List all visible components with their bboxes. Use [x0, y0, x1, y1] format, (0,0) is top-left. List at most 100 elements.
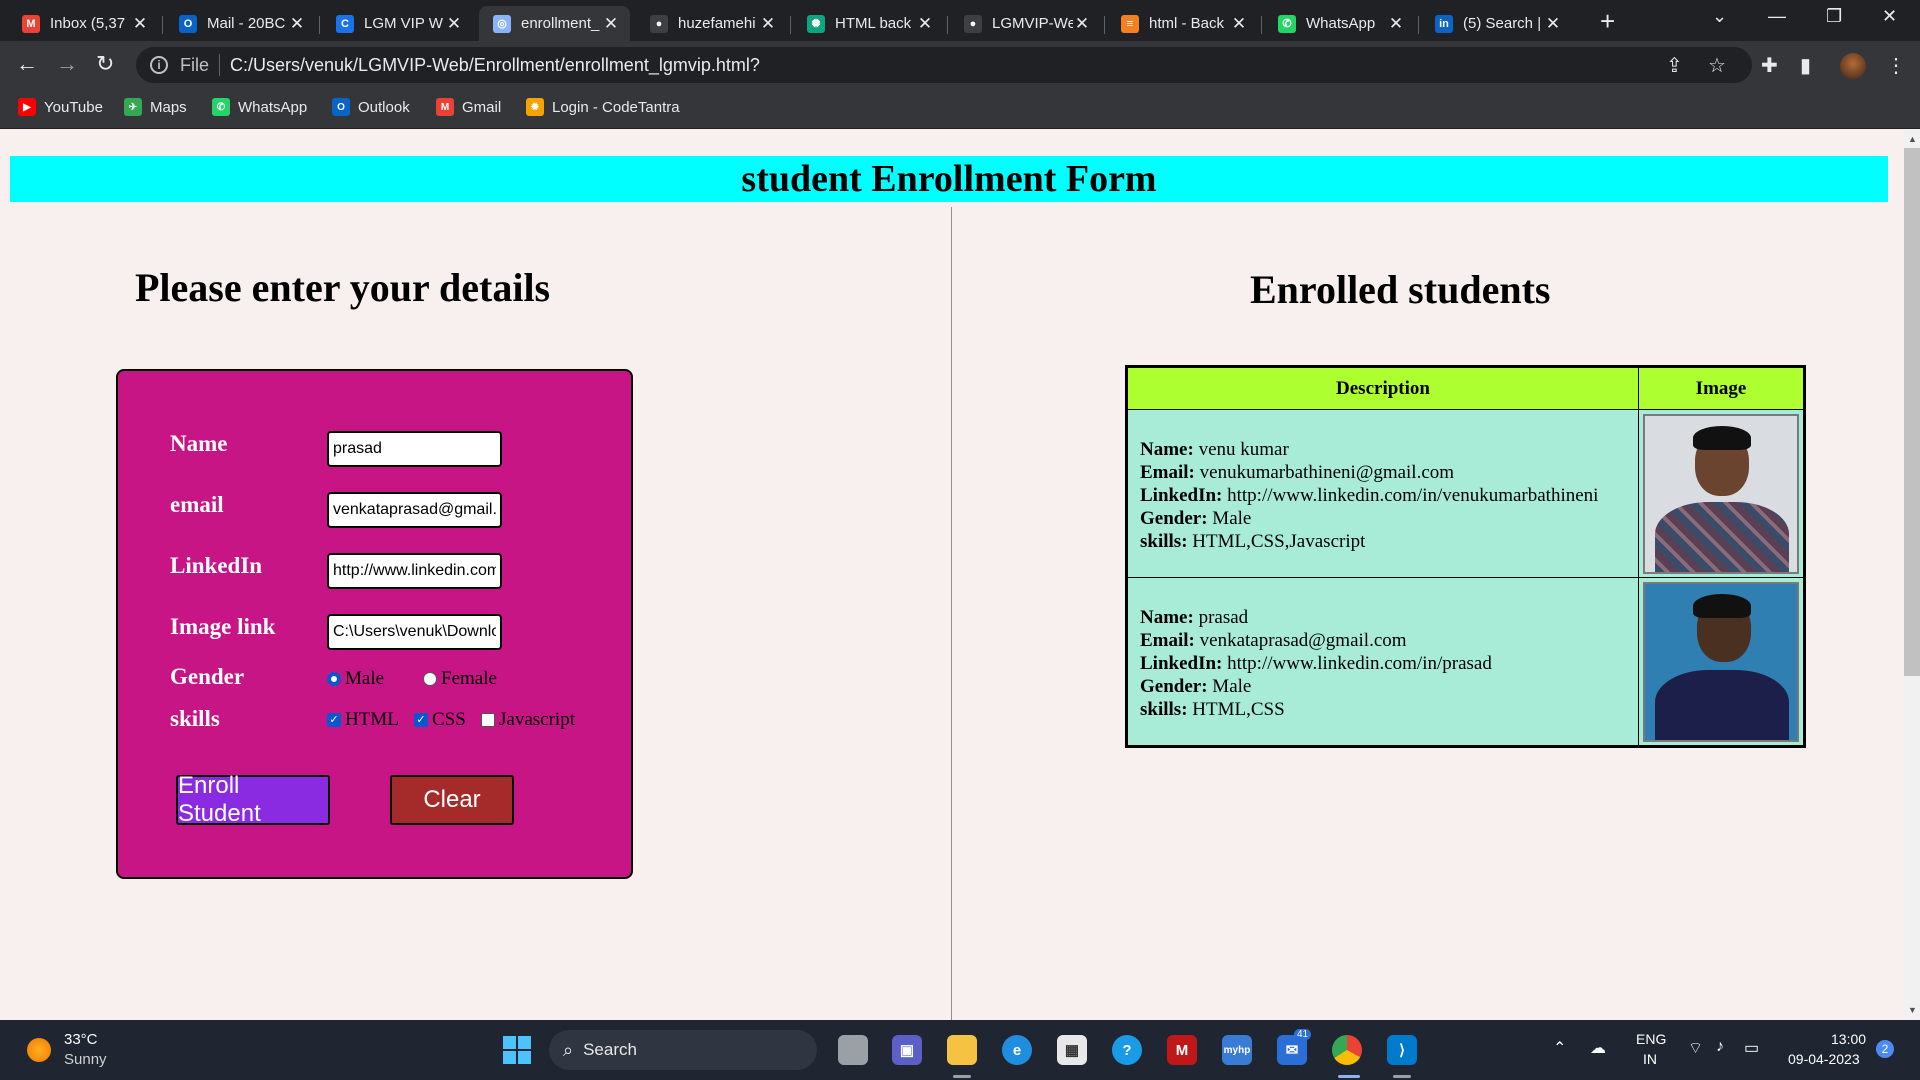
close-tab-icon[interactable]: ✕ — [288, 14, 306, 34]
close-tab-icon[interactable]: ✕ — [916, 14, 934, 34]
bookmark-label: Gmail — [462, 98, 502, 116]
bookmark-maps[interactable]: ✈ Maps — [124, 98, 187, 116]
weather-temperature[interactable]: 33°C — [64, 1031, 98, 1048]
forward-button[interactable]: → — [56, 51, 78, 77]
minimize-button[interactable]: — — [1768, 6, 1786, 27]
scroll-down-arrow[interactable]: ▼ — [1908, 1005, 1917, 1015]
file-explorer-icon[interactable] — [947, 1035, 977, 1065]
profile-avatar[interactable] — [1840, 53, 1866, 79]
skill-css-option[interactable]: ✓ CSS — [414, 709, 466, 731]
close-tab-icon[interactable]: ✕ — [1387, 14, 1405, 34]
back-button[interactable]: ← — [16, 51, 38, 77]
email-input[interactable] — [327, 492, 502, 528]
extensions-icon[interactable]: ✚ — [1761, 53, 1778, 78]
help-icon[interactable]: ? — [1112, 1035, 1142, 1065]
bookmark-label: Maps — [150, 98, 187, 116]
side-panel-icon[interactable]: ▮ — [1800, 53, 1811, 78]
close-window-button[interactable]: ✕ — [1882, 6, 1897, 27]
close-tab-icon[interactable]: ✕ — [445, 14, 463, 34]
notification-badge[interactable]: 2 — [1876, 1040, 1894, 1058]
skill-javascript-option[interactable]: Javascript — [481, 709, 575, 731]
name-input[interactable] — [327, 431, 502, 467]
tab-whatsapp[interactable]: ✆ WhatsApp ✕ — [1264, 6, 1415, 41]
student-email-line: Email: venukumarbathineni@gmail.com — [1140, 461, 1626, 484]
share-icon[interactable]: ⇪ — [1666, 53, 1683, 78]
site-info-icon[interactable]: i — [150, 56, 168, 74]
tray-chevron-icon[interactable]: ⌃ — [1553, 1038, 1566, 1058]
language-indicator[interactable]: ENG — [1636, 1031, 1666, 1047]
new-tab-button[interactable]: + — [1600, 8, 1615, 34]
address-bar[interactable]: i File C:/Users/venuk/LGMVIP-Web/Enrollm… — [136, 47, 1752, 83]
bookmark-whatsapp[interactable]: ✆ WhatsApp — [212, 98, 307, 116]
close-tab-icon[interactable]: ✕ — [1073, 14, 1091, 34]
onedrive-cloud-icon[interactable]: ☁ — [1590, 1038, 1606, 1058]
weather-condition[interactable]: Sunny — [64, 1051, 107, 1068]
bookmark-outlook[interactable]: O Outlook — [332, 98, 410, 116]
skill-html-checkbox[interactable]: ✓ — [327, 713, 341, 727]
tab-github[interactable]: ● huzefamehi ✕ — [636, 6, 787, 41]
bookmark-youtube[interactable]: ▶ YouTube — [18, 98, 103, 116]
search-icon: ⌕ — [563, 1039, 574, 1060]
tab-globe[interactable]: ◎ enrollment_ ✕ — [479, 6, 630, 41]
store-icon[interactable]: ▦ — [1057, 1035, 1087, 1065]
gender-male-radio[interactable] — [327, 672, 341, 686]
tab-lgm[interactable]: C LGM VIP W ✕ — [322, 6, 473, 41]
tab-title: (5) Search | — [1463, 15, 1542, 32]
tab-outlook[interactable]: O Mail - 20BC ✕ — [165, 6, 316, 41]
menu-kebab-icon[interactable]: ⋮ — [1886, 53, 1906, 78]
tab-stackoverflow[interactable]: ≡ html - Back ✕ — [1107, 6, 1258, 41]
clock-time[interactable]: 13:00 — [1831, 1031, 1866, 1047]
scroll-up-arrow[interactable]: ▲ — [1908, 134, 1917, 144]
tab-search-icon[interactable]: ⌄ — [1712, 6, 1727, 27]
reload-button[interactable]: ↻ — [96, 51, 114, 77]
wifi-icon[interactable]: ⌔ — [1688, 1038, 1703, 1058]
volume-icon[interactable]: ♪ — [1716, 1038, 1724, 1056]
battery-icon[interactable]: ▭ — [1744, 1038, 1759, 1058]
gender-female-radio[interactable] — [423, 672, 437, 686]
taskbar-search[interactable]: ⌕ Search — [549, 1030, 817, 1070]
address-scheme: File — [180, 54, 210, 75]
close-tab-icon[interactable]: ✕ — [131, 14, 149, 34]
clock-date[interactable]: 09-04-2023 — [1788, 1051, 1860, 1067]
edge-icon[interactable]: e — [1002, 1035, 1032, 1065]
tab-strip: M Inbox (5,37 ✕ O Mail - 20BC ✕ C LGM VIP W ✕ ◎ en… — [0, 0, 1920, 41]
student-skills-line: skills: HTML,CSS,Javascript — [1140, 530, 1626, 553]
bookmark-gmail[interactable]: M Gmail — [436, 98, 501, 116]
myhp-icon[interactable]: myhp — [1222, 1035, 1252, 1065]
form-heading: Please enter your details — [135, 265, 551, 310]
gender-male-option[interactable]: Male — [327, 668, 384, 690]
tab-gmail[interactable]: M Inbox (5,37 ✕ — [8, 6, 159, 41]
field-label: Email: — [1140, 462, 1195, 483]
scrollbar-thumb[interactable] — [1904, 148, 1920, 676]
tab-linkedin[interactable]: in (5) Search | ✕ — [1421, 6, 1572, 41]
image-link-input[interactable] — [327, 614, 502, 650]
skill-javascript-checkbox[interactable] — [481, 713, 495, 727]
address-url[interactable]: C:/Users/venuk/LGMVIP-Web/Enrollment/enr… — [230, 55, 760, 76]
whatsapp-icon: ✆ — [1278, 14, 1296, 33]
tab-github[interactable]: ● LGMVIP-We ✕ — [950, 6, 1101, 41]
close-tab-icon[interactable]: ✕ — [1544, 14, 1562, 34]
weather-sun-icon[interactable] — [27, 1038, 51, 1062]
tab-chatgpt[interactable]: ✺ HTML back ✕ — [793, 6, 944, 41]
windows-start-icon[interactable] — [501, 1034, 533, 1066]
close-tab-icon[interactable]: ✕ — [1230, 14, 1248, 34]
gmail-icon: M — [22, 14, 40, 33]
vscode-icon[interactable]: ⟩ — [1387, 1035, 1417, 1065]
linkedin-input[interactable] — [327, 553, 502, 589]
teams-chat-icon[interactable]: ▣ — [892, 1035, 922, 1065]
skill-css-checkbox[interactable]: ✓ — [414, 713, 428, 727]
close-tab-icon[interactable]: ✕ — [602, 14, 620, 34]
clear-button[interactable]: Clear — [390, 775, 514, 825]
region-indicator[interactable]: IN — [1643, 1051, 1657, 1067]
restore-button[interactable]: ❐ — [1826, 6, 1842, 27]
skill-html-option[interactable]: ✓ HTML — [327, 709, 399, 731]
mcafee-icon[interactable]: M — [1167, 1035, 1197, 1065]
gender-female-option[interactable]: Female — [423, 668, 497, 690]
task-view-icon[interactable] — [838, 1035, 868, 1065]
chrome-icon[interactable] — [1332, 1035, 1362, 1065]
bookmark-star-icon[interactable]: ☆ — [1708, 53, 1726, 78]
field-label: Email: — [1140, 630, 1195, 651]
close-tab-icon[interactable]: ✕ — [759, 14, 777, 34]
bookmark-codetantra[interactable]: ✹ Login - CodeTantra — [526, 98, 680, 116]
enroll-student-button[interactable]: Enroll Student — [176, 772, 330, 827]
